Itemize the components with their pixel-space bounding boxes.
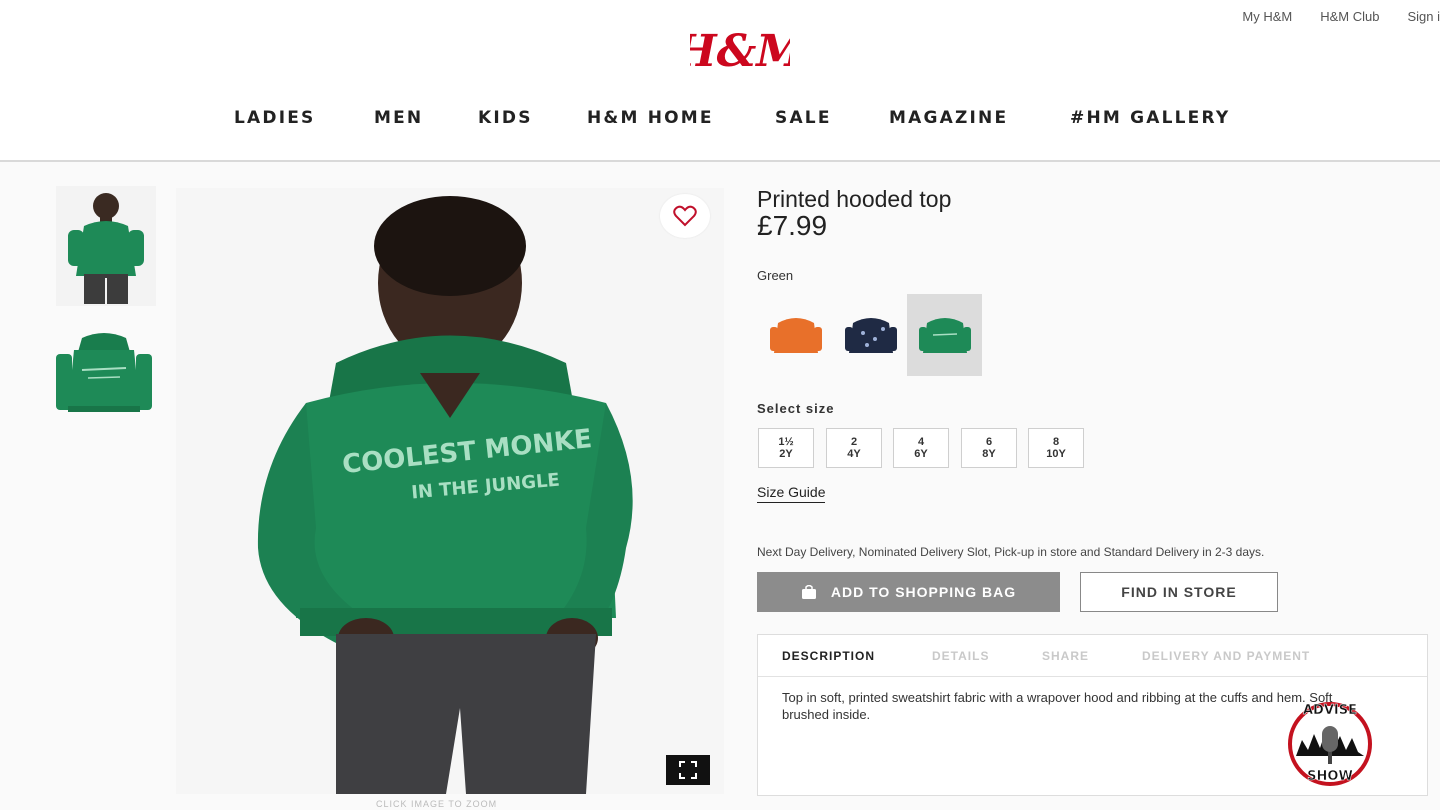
- thumbnail-model[interactable]: [56, 186, 156, 306]
- size-age: 1½: [778, 436, 794, 448]
- expand-icon: [679, 761, 697, 779]
- product-title: Printed hooded top: [757, 186, 952, 212]
- size-age: 6: [985, 436, 993, 448]
- nav-magazine[interactable]: MAGAZINE: [889, 108, 1008, 128]
- thumbnail-product[interactable]: [52, 330, 156, 420]
- size-option-2y[interactable]: 1½ 2Y: [758, 428, 814, 468]
- orange-hoodie-icon: [769, 318, 822, 353]
- hm-club-link[interactable]: H&M Club: [1320, 9, 1379, 24]
- watermark-top-text: ADVISE: [1303, 703, 1357, 718]
- swatch-navy[interactable]: [833, 294, 908, 376]
- tab-delivery-and-payment[interactable]: DELIVERY AND PAYMENT: [1142, 649, 1310, 663]
- product-price: £7.99: [757, 210, 828, 241]
- size-code: 6Y: [914, 448, 928, 460]
- logo-text: H&M: [690, 26, 790, 77]
- tab-description[interactable]: DESCRIPTION: [782, 649, 875, 663]
- navy-hoodie-icon: [844, 318, 897, 353]
- nav-kids[interactable]: KIDS: [478, 108, 533, 128]
- size-option-4y[interactable]: 2 4Y: [826, 428, 882, 468]
- size-code: 2Y: [779, 448, 793, 460]
- my-hm-link[interactable]: My H&M: [1242, 9, 1292, 24]
- swatch-orange[interactable]: [758, 294, 833, 376]
- color-label: Green: [757, 268, 794, 283]
- add-to-bag-label: ADD TO SHOPPING BAG: [830, 584, 1017, 600]
- size-option-8y[interactable]: 6 8Y: [961, 428, 1017, 468]
- size-age: 2: [850, 436, 858, 448]
- size-age: 4: [917, 436, 925, 448]
- fullscreen-button[interactable]: [666, 755, 710, 785]
- zoom-hint: CLICK IMAGE TO ZOOM: [376, 799, 498, 809]
- nav-men[interactable]: MEN: [374, 108, 423, 128]
- site-header: My H&M H&M Club Sign i H&M LADIES MEN KI…: [0, 0, 1440, 162]
- main-nav: LADIES MEN KIDS H&M HOME SALE MAGAZINE #…: [0, 108, 1440, 132]
- size-option-10y[interactable]: 8 10Y: [1028, 428, 1084, 468]
- thumbnail-product-image: [56, 333, 152, 412]
- size-option-6y[interactable]: 4 6Y: [893, 428, 949, 468]
- find-in-store-label: FIND IN STORE: [1121, 584, 1237, 600]
- select-size-label: Select size: [757, 401, 835, 416]
- watermark-bottom-text: SHOW: [1307, 769, 1353, 784]
- shopping-bag-icon: [801, 585, 816, 599]
- swatch-green[interactable]: [907, 294, 982, 376]
- nav-sale[interactable]: SALE: [775, 108, 832, 128]
- size-guide-link[interactable]: Size Guide: [757, 484, 826, 503]
- add-to-bag-button[interactable]: ADD TO SHOPPING BAG: [757, 572, 1060, 612]
- advise-show-watermark: ADVISE SHOW: [1288, 702, 1372, 786]
- find-in-store-button[interactable]: FIND IN STORE: [1080, 572, 1278, 612]
- description-tabs: DESCRIPTION DETAILS SHARE DELIVERY AND P…: [758, 635, 1427, 677]
- size-code: 4Y: [847, 448, 861, 460]
- size-code: 10Y: [1046, 448, 1066, 460]
- nav-hm-home[interactable]: H&M HOME: [587, 108, 714, 128]
- size-age: 8: [1052, 436, 1060, 448]
- model-photo: COOLEST MONKE IN THE JUNGLE: [257, 196, 633, 794]
- heart-icon: [673, 205, 697, 227]
- size-code: 8Y: [982, 448, 996, 460]
- sign-in-link[interactable]: Sign i: [1407, 9, 1440, 24]
- green-hoodie-icon: [918, 318, 971, 353]
- top-links: My H&M H&M Club Sign i: [1242, 9, 1440, 24]
- tab-share[interactable]: SHARE: [1042, 649, 1089, 663]
- main-product-image[interactable]: COOLEST MONKE IN THE JUNGLE: [176, 188, 724, 794]
- thumbnail-model-image: [68, 193, 144, 304]
- nav-hm-gallery[interactable]: #HM GALLERY: [1070, 108, 1230, 128]
- nav-ladies[interactable]: LADIES: [234, 108, 315, 128]
- favorite-button[interactable]: [660, 194, 710, 238]
- tab-details[interactable]: DETAILS: [932, 649, 989, 663]
- hm-logo[interactable]: H&M: [690, 22, 790, 82]
- delivery-info: Next Day Delivery, Nominated Delivery Sl…: [757, 545, 1265, 559]
